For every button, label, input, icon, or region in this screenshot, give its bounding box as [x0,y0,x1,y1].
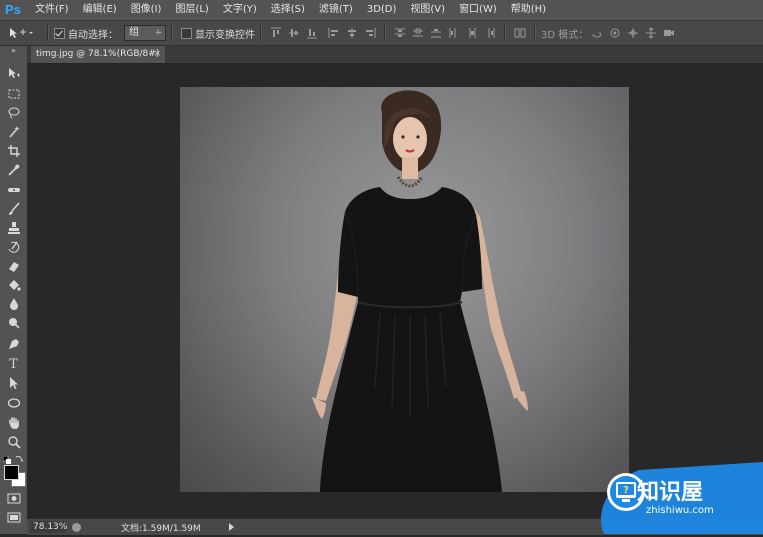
clone-stamp-tool-icon[interactable] [5,220,22,236]
menu-3d[interactable]: 3D(D) [360,0,404,20]
options-separator [384,25,386,41]
menu-help[interactable]: 帮助(H) [504,0,553,20]
document-tab-bar: timg.jpg @ 78.1%(RGB/8#) * × [27,46,763,76]
woman-in-black-dress-photo [312,90,528,492]
watermark-title: 知识屋 [637,480,704,505]
foreground-color-swatch[interactable] [4,465,19,480]
options-separator [534,25,536,41]
menu-bar: Ps 文件(F) 编辑(E) 图像(I) 图层(L) 文字(Y) 选择(S) 滤… [0,0,763,21]
zoom-tool-icon[interactable] [5,434,22,450]
show-transform-label: 显示变换控件 [195,29,255,41]
document-size-info: 文档:1.59M/1.59M [121,523,201,534]
lasso-tool-icon[interactable] [5,105,22,121]
distribute-bottom-icon[interactable] [429,26,443,40]
eyedropper-tool-icon[interactable] [5,162,22,178]
crop-tool-icon[interactable] [5,143,22,159]
status-info-icon[interactable] [72,522,81,532]
watermark-url: zhishiwu.com [646,505,714,516]
3d-pan-icon[interactable] [626,26,640,40]
paint-bucket-tool-icon[interactable] [5,277,22,293]
distribute-hcenter-icon[interactable] [465,26,479,40]
menu-file[interactable]: 文件(F) [28,0,76,20]
ellipse-tool-icon[interactable] [5,395,22,411]
auto-select-dropdown[interactable]: 组 [124,25,166,41]
document-image[interactable] [180,87,629,492]
marquee-tool-icon[interactable] [5,86,22,102]
menu-type[interactable]: 文字(Y) [216,0,264,20]
type-tool-icon[interactable]: T [5,356,22,372]
tools-panel: » T [0,46,28,534]
options-separator [504,25,506,41]
quick-mask-icon[interactable] [5,490,22,506]
panel-collapse-icon[interactable]: » [5,46,22,55]
blur-tool-icon[interactable] [5,296,22,312]
3d-roll-icon[interactable] [608,26,622,40]
menu-layer[interactable]: 图层(L) [168,0,215,20]
3d-slide-icon[interactable] [644,26,658,40]
options-separator [260,25,262,41]
align-vcenter-icon[interactable] [287,26,301,40]
eraser-tool-icon[interactable] [5,258,22,274]
menu-select[interactable]: 选择(S) [264,0,312,20]
options-separator [47,25,49,41]
pen-tool-icon[interactable] [5,336,22,352]
options-bar: 自动选择： 组 显示变换控件 3D 模式： [0,21,763,46]
align-hcenter-icon[interactable] [345,26,359,40]
align-left-icon[interactable] [327,26,341,40]
swap-colors-icon[interactable] [15,453,24,462]
document-tab[interactable]: timg.jpg @ 78.1%(RGB/8#) * × [31,46,165,76]
3d-rotate-icon[interactable] [590,26,604,40]
distribute-right-icon[interactable] [483,26,497,40]
auto-align-layers-icon[interactable] [513,26,527,40]
dodge-tool-icon[interactable] [5,315,22,331]
auto-select-checkbox[interactable] [54,27,65,39]
menu-window[interactable]: 窗口(W) [452,0,504,20]
zoom-level[interactable]: 78.13% [30,521,67,533]
path-selection-tool-icon[interactable] [5,375,22,391]
menu-image[interactable]: 图像(I) [124,0,169,20]
move-tool-icon[interactable] [5,66,22,82]
history-brush-tool-icon[interactable] [5,239,22,255]
distribute-vcenter-icon[interactable] [411,26,425,40]
3d-camera-icon[interactable] [662,26,676,40]
photoshop-logo: Ps [5,2,21,17]
quick-selection-tool-icon[interactable] [5,124,22,140]
menu-view[interactable]: 视图(V) [403,0,452,20]
align-right-icon[interactable] [363,26,377,40]
brush-tool-icon[interactable] [5,201,22,217]
close-tab-icon[interactable]: × [153,46,161,63]
align-bottom-icon[interactable] [305,26,319,40]
options-separator [171,25,173,41]
default-colors-icon[interactable] [2,454,11,464]
menu-edit[interactable]: 编辑(E) [76,0,124,20]
spot-healing-tool-icon[interactable] [5,182,22,198]
distribute-left-icon[interactable] [447,26,461,40]
menu-filter[interactable]: 滤镜(T) [312,0,360,20]
move-tool-preset-picker[interactable] [6,23,42,43]
align-top-icon[interactable] [269,26,283,40]
hand-tool-icon[interactable] [5,415,22,431]
move-tool-icon [10,28,33,38]
screen-mode-icon[interactable] [5,510,22,526]
auto-select-label: 自动选择： [68,29,118,41]
svg-text:?: ? [623,485,629,496]
3d-mode-label: 3D 模式： [541,29,589,41]
status-menu-arrow-icon[interactable] [228,523,234,531]
watermark: ? 知识屋 zhishiwu.com [594,462,763,534]
show-transform-checkbox[interactable] [181,27,192,39]
distribute-top-icon[interactable] [393,26,407,40]
